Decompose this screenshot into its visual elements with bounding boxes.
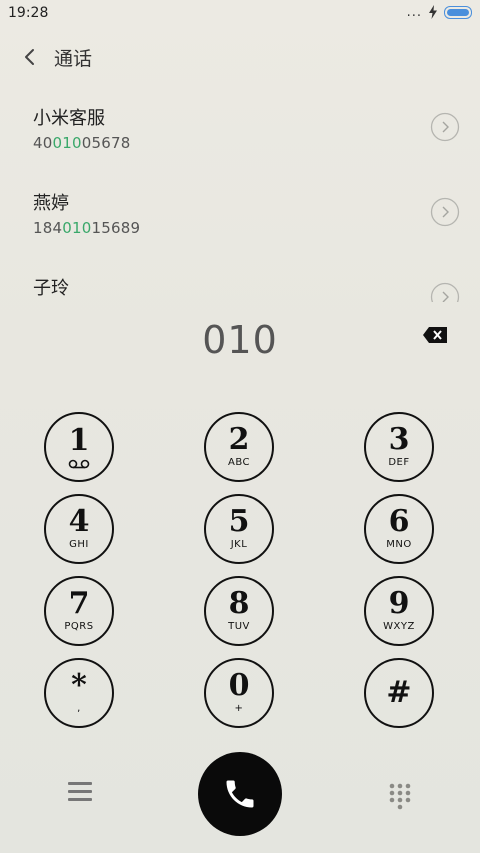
contact-detail-icon[interactable] [430, 282, 460, 302]
key-digit: # [386, 675, 412, 710]
key-letters: + [234, 703, 244, 714]
key-star[interactable]: * , [44, 658, 114, 728]
key-letters: ABC [227, 457, 250, 468]
key-digit: 8 [228, 586, 250, 621]
key-letters: , [77, 703, 81, 714]
key-4[interactable]: 4 GHI [44, 494, 114, 564]
contact-item[interactable]: 子玲 [0, 262, 480, 302]
contact-name: 子玲 [33, 278, 69, 299]
key-6[interactable]: 6 MNO [364, 494, 434, 564]
voicemail-icon [68, 459, 90, 468]
battery-icon [444, 5, 472, 19]
contact-number: 18401015689 [33, 219, 141, 237]
back-icon[interactable] [18, 44, 44, 70]
contact-detail-icon[interactable] [430, 197, 460, 227]
number-match: 010 [52, 134, 82, 152]
contact-name: 燕婷 [33, 193, 69, 214]
key-digit: 1 [68, 422, 90, 458]
contact-item[interactable]: 燕婷 18401015689 [0, 177, 480, 262]
key-2[interactable]: 2 ABC [204, 412, 274, 482]
dialed-number: 010 [202, 318, 278, 362]
key-8[interactable]: 8 TUV [204, 576, 274, 646]
key-digit: 9 [388, 586, 410, 621]
key-9[interactable]: 9 WXYZ [364, 576, 434, 646]
key-5[interactable]: 5 JKL [204, 494, 274, 564]
number-match: 010 [62, 219, 92, 237]
status-time: 19:28 [8, 5, 49, 21]
phone-icon [226, 780, 254, 808]
key-letters: PQRS [64, 621, 94, 632]
contact-detail-icon[interactable] [430, 112, 460, 142]
contact-number: 4001005678 [33, 134, 131, 152]
contact-name: 小米客服 [33, 108, 105, 129]
more-notifications-icon: ... [406, 4, 422, 20]
backspace-icon[interactable] [422, 326, 448, 344]
key-digit: 4 [68, 504, 90, 539]
key-digit: 7 [68, 586, 90, 621]
key-letters: TUV [228, 621, 250, 632]
key-digit: * [71, 668, 87, 703]
key-7[interactable]: 7 PQRS [44, 576, 114, 646]
key-digit: 3 [388, 422, 410, 457]
key-3[interactable]: 3 DEF [364, 412, 434, 482]
key-digit: 6 [388, 504, 410, 539]
page-title: 通话 [54, 48, 93, 70]
key-letters: MNO [386, 539, 412, 550]
header: 通话 [0, 40, 480, 76]
key-letters: JKL [230, 539, 248, 550]
key-letters: DEF [388, 457, 410, 468]
call-button[interactable] [198, 752, 282, 836]
menu-icon[interactable] [68, 782, 92, 802]
status-bar: 19:28 ... [0, 0, 480, 28]
key-letters: WXYZ [383, 621, 415, 632]
status-icons: ... [407, 5, 472, 19]
contact-item[interactable]: 小米客服 4001005678 [0, 92, 480, 177]
key-letters: GHI [69, 539, 89, 550]
charging-icon [429, 5, 437, 19]
key-1[interactable]: 1 [44, 412, 114, 482]
contact-suggestions: 小米客服 4001005678 燕婷 18401015689 子玲 [0, 92, 480, 302]
key-0[interactable]: 0 + [204, 658, 274, 728]
key-digit: 5 [228, 504, 250, 539]
key-digit: 2 [228, 422, 250, 457]
bottom-bar [0, 752, 480, 842]
dialpad-icon[interactable] [388, 782, 412, 810]
key-digit: 0 [228, 668, 250, 703]
key-hash[interactable]: # [364, 658, 434, 728]
